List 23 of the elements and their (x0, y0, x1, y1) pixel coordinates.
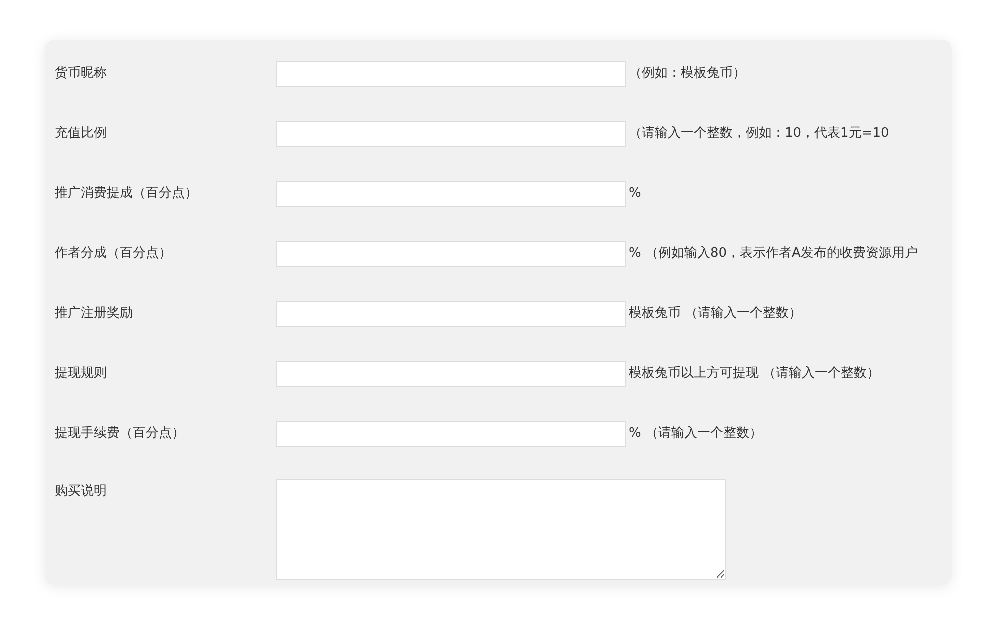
text-input[interactable] (276, 241, 626, 267)
text-input[interactable] (276, 121, 626, 147)
text-input[interactable] (276, 181, 626, 207)
hint-text: （例如：模板兔币） (629, 65, 746, 83)
hint-text: （请输入一个整数，例如：10，代表1元=10 (629, 125, 890, 143)
hint-text: 模板兔币以上方可提现 （请输入一个整数） (629, 365, 880, 383)
field-label: 提现手续费（百分点） (55, 425, 186, 443)
field-label: 充值比例 (55, 125, 108, 143)
hint-text: % (629, 185, 642, 203)
field-label: 提现规则 (55, 365, 108, 383)
textarea-field[interactable] (276, 479, 726, 580)
text-input[interactable] (276, 301, 626, 327)
hint-text: % （请输入一个整数） (629, 425, 762, 443)
text-input[interactable] (276, 61, 626, 87)
field-label: 作者分成（百分点） (55, 245, 173, 263)
text-input[interactable] (276, 421, 626, 447)
field-label: 货币昵称 (55, 65, 108, 83)
hint-text: % （例如输入80，表示作者A发布的收费资源用户 (629, 245, 918, 263)
text-input[interactable] (276, 361, 626, 387)
field-label: 推广消费提成（百分点） (55, 185, 199, 203)
field-label: 购买说明 (55, 483, 108, 501)
field-label: 推广注册奖励 (55, 305, 134, 323)
hint-text: 模板兔币 （请输入一个整数） (629, 305, 802, 323)
